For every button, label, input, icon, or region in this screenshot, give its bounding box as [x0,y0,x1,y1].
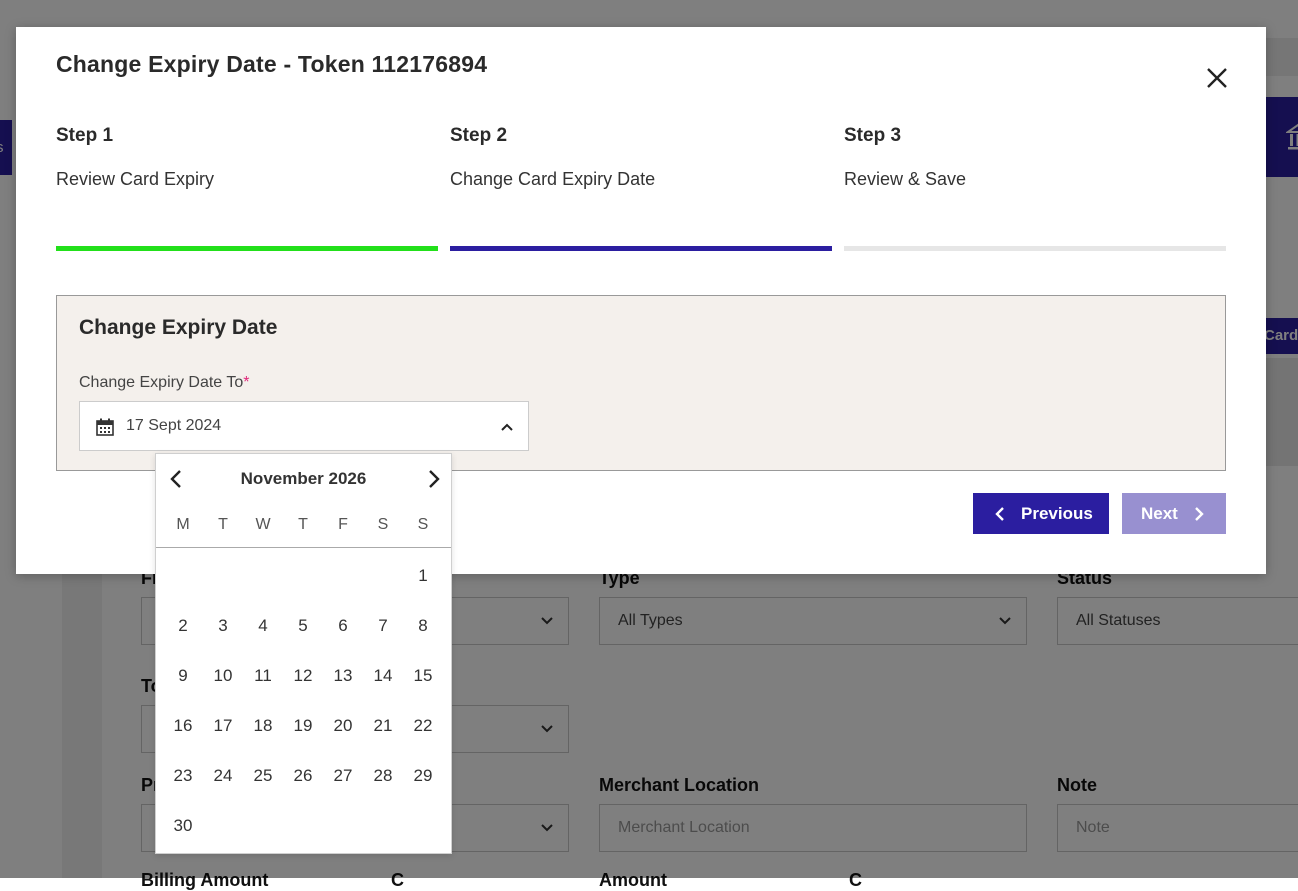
calendar-day[interactable]: 15 [403,666,443,686]
step-number: Step 2 [450,125,832,147]
calendar-day[interactable]: 8 [403,616,443,636]
expiry-date-label: Change Expiry Date To* [79,374,249,392]
calendar-day[interactable]: 17 [203,716,243,736]
calendar-day[interactable]: 22 [403,716,443,736]
step-progress-bar [450,246,832,251]
calendar-day[interactable]: 24 [203,766,243,786]
calendar-day[interactable]: 29 [403,766,443,786]
previous-button-label: Previous [1021,504,1093,524]
calendar-day[interactable]: 25 [243,766,283,786]
weekday-header: F [323,516,363,534]
chevron-left-icon [993,506,1007,522]
change-expiry-panel: Change Expiry Date Change Expiry Date To… [56,295,1226,471]
calendar-day[interactable]: 12 [283,666,323,686]
step-1: Step 1 Review Card Expiry [56,125,438,190]
date-picker-calendar: November 2026 MTWTFSS1234567891011121314… [155,453,452,854]
calendar-day[interactable]: 28 [363,766,403,786]
expiry-date-label-text: Change Expiry Date To [79,374,243,391]
chevron-right-icon [1192,506,1206,522]
weekday-header: S [403,516,443,534]
calendar-day[interactable]: 13 [323,666,363,686]
close-icon[interactable] [1204,65,1230,91]
step-3: Step 3 Review & Save [844,125,1226,190]
expiry-date-value: 17 Sept 2024 [126,417,221,435]
calendar-divider [156,547,451,548]
next-month-icon[interactable] [424,468,444,490]
calendar-day[interactable]: 14 [363,666,403,686]
weekday-header: M [163,516,203,534]
calendar-day[interactable]: 16 [163,716,203,736]
step-progress-bar [56,246,438,251]
step-2: Step 2 Change Card Expiry Date [450,125,832,190]
chevron-up-icon [500,420,514,434]
calendar-day[interactable]: 6 [323,616,363,636]
required-marker: * [243,374,249,391]
calendar-day[interactable]: 20 [323,716,363,736]
panel-title: Change Expiry Date [79,316,277,340]
step-number: Step 3 [844,125,1226,147]
calendar-month-label: November 2026 [156,469,451,489]
weekday-header: T [283,516,323,534]
step-label: Review Card Expiry [56,169,438,190]
calendar-icon [96,418,114,436]
calendar-day[interactable]: 1 [403,566,443,586]
calendar-day[interactable]: 3 [203,616,243,636]
calendar-day[interactable]: 26 [283,766,323,786]
previous-button[interactable]: Previous [973,493,1109,534]
step-progress-bar [844,246,1226,251]
weekday-header: T [203,516,243,534]
calendar-day[interactable]: 11 [243,666,283,686]
calendar-day[interactable]: 9 [163,666,203,686]
weekday-header: S [363,516,403,534]
calendar-day[interactable]: 27 [323,766,363,786]
calendar-day[interactable]: 23 [163,766,203,786]
calendar-day[interactable]: 4 [243,616,283,636]
calendar-day[interactable]: 7 [363,616,403,636]
calendar-day[interactable]: 5 [283,616,323,636]
calendar-day[interactable]: 2 [163,616,203,636]
calendar-day[interactable]: 30 [163,816,203,836]
step-number: Step 1 [56,125,438,147]
next-button[interactable]: Next [1122,493,1226,534]
calendar-day[interactable]: 18 [243,716,283,736]
calendar-day[interactable]: 19 [283,716,323,736]
step-label: Review & Save [844,169,1226,190]
weekday-header: W [243,516,283,534]
calendar-day[interactable]: 10 [203,666,243,686]
step-label: Change Card Expiry Date [450,169,832,190]
calendar-day[interactable]: 21 [363,716,403,736]
modal-title: Change Expiry Date - Token 112176894 [56,51,487,78]
expiry-date-picker[interactable]: 17 Sept 2024 [79,401,529,451]
next-button-label: Next [1141,504,1178,524]
